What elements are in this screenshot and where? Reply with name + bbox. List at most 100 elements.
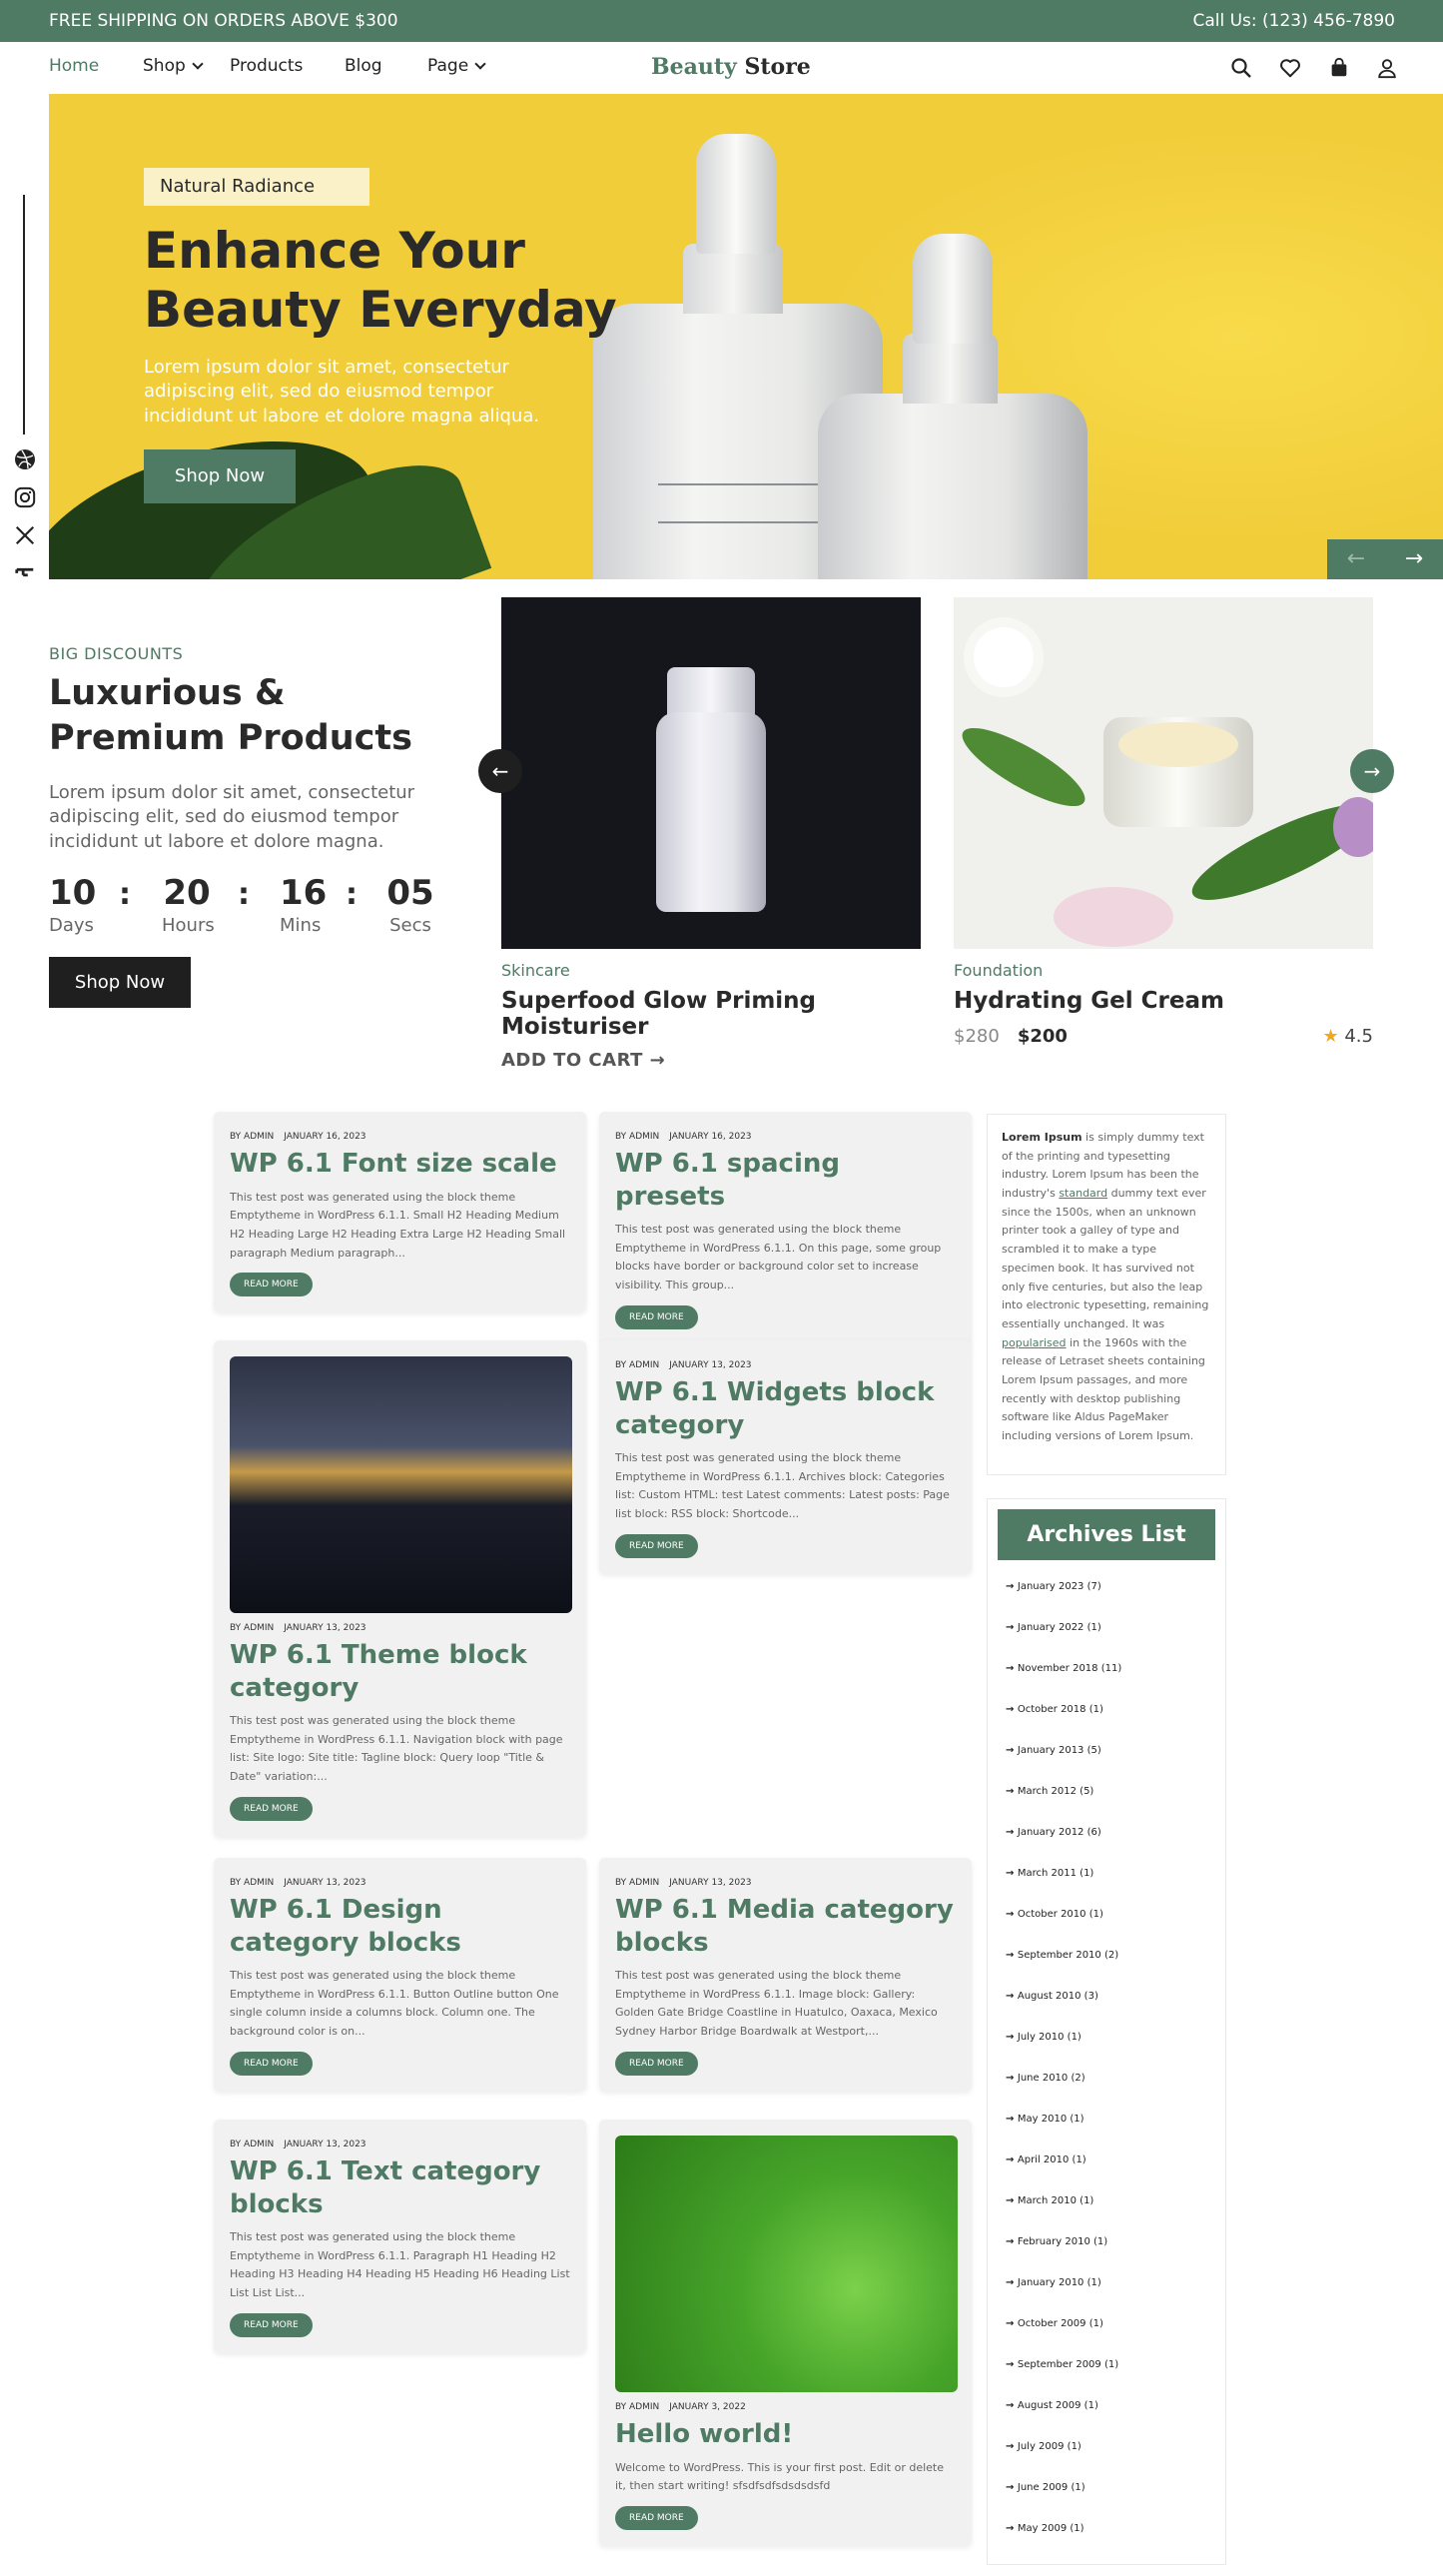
post-date[interactable]: JANUARY 13, 2023 [284, 1878, 365, 1888]
post-author[interactable]: BY ADMIN [230, 1132, 274, 1142]
post-excerpt: This test post was generated using the b… [230, 1714, 563, 1784]
archive-item[interactable]: → April 2010 (1) [1006, 2154, 1086, 2165]
arrow-right-icon: → [1006, 1581, 1018, 1592]
phone-number[interactable]: Call Us: (123) 456-7890 [1192, 11, 1395, 31]
archive-item[interactable]: → March 2012 (5) [1006, 1786, 1093, 1797]
archive-item[interactable]: → August 2009 (1) [1006, 2400, 1098, 2411]
read-more-button[interactable]: READ MORE [230, 2312, 313, 2337]
read-more-button[interactable]: READ MORE [230, 1273, 313, 1297]
archive-item[interactable]: → January 2023 (7) [1006, 1581, 1101, 1592]
heart-icon[interactable] [1277, 55, 1303, 81]
archive-item[interactable]: → September 2010 (2) [1006, 1950, 1118, 1961]
post-title[interactable]: WP 6.1 Widgets block category [615, 1376, 956, 1441]
archive-item[interactable]: → October 2009 (1) [1006, 2318, 1103, 2329]
archive-item-label: July 2009 (1) [1017, 2441, 1082, 2452]
product-card[interactable]: Skincare Superfood Glow Priming Moisturi… [501, 597, 921, 1071]
countdown-label: Mins [280, 915, 322, 936]
post-featured-image[interactable] [615, 2136, 958, 2392]
countdown-separator: : [346, 877, 358, 912]
archive-item[interactable]: → September 2009 (1) [1006, 2359, 1118, 2370]
post-title[interactable]: WP 6.1 spacing presets [615, 1148, 956, 1213]
about-link-popularised[interactable]: popularised [1002, 1336, 1067, 1349]
archive-item[interactable]: → June 2009 (1) [1006, 2482, 1085, 2493]
discount-shop-now-button[interactable]: Shop Now [49, 957, 191, 1008]
arrow-right-icon: → [1006, 1704, 1018, 1715]
arrow-left-icon[interactable]: ← [1327, 539, 1385, 579]
post-date[interactable]: JANUARY 16, 2023 [669, 1132, 751, 1142]
archive-item[interactable]: → March 2011 (1) [1006, 1868, 1093, 1879]
instagram-icon[interactable] [12, 484, 38, 510]
post-author[interactable]: BY ADMIN [615, 1878, 659, 1888]
dribbble-icon[interactable] [12, 446, 38, 472]
about-link-standard[interactable]: standard [1059, 1187, 1107, 1200]
read-more-button[interactable]: READ MORE [230, 2051, 313, 2076]
read-more-button[interactable]: READ MORE [615, 2051, 698, 2076]
archive-item[interactable]: → January 2013 (5) [1006, 1745, 1101, 1756]
archive-item[interactable]: → October 2018 (1) [1006, 1704, 1103, 1715]
carousel-prev-button[interactable]: ← [478, 749, 522, 793]
post-title[interactable]: WP 6.1 Design category blocks [230, 1894, 570, 1959]
archive-item[interactable]: → July 2009 (1) [1006, 2441, 1082, 2452]
site-logo[interactable]: Beauty Store [651, 54, 811, 80]
archive-item[interactable]: → May 2009 (1) [1006, 2523, 1084, 2534]
product-image[interactable] [954, 597, 1373, 949]
read-more-button[interactable]: READ MORE [615, 1533, 698, 1558]
product-card[interactable]: Foundation Hydrating Gel Cream $280 $200 … [954, 597, 1373, 1050]
post-date[interactable]: JANUARY 13, 2023 [284, 2140, 365, 2149]
archive-item[interactable]: → November 2018 (11) [1006, 1663, 1121, 1674]
blog-post-card: BY ADMIN JANUARY 16, 2023 WP 6.1 Font siz… [214, 1112, 586, 1313]
nav-shop[interactable]: Shop [143, 56, 204, 76]
nav-blog[interactable]: Blog [345, 56, 382, 76]
post-author[interactable]: BY ADMIN [230, 1878, 274, 1888]
archive-item[interactable]: → July 2010 (1) [1006, 2032, 1082, 2043]
archive-item[interactable]: → October 2010 (1) [1006, 1909, 1103, 1920]
blog-post-card: BY ADMIN JANUARY 3, 2022 Hello world! Wel… [599, 2120, 972, 2546]
product-category[interactable]: Foundation [954, 961, 1373, 980]
post-date[interactable]: JANUARY 3, 2022 [669, 2402, 746, 2412]
product-name[interactable]: Hydrating Gel Cream [954, 988, 1373, 1014]
archive-item[interactable]: → March 2010 (1) [1006, 2195, 1093, 2206]
arrow-right-icon[interactable]: → [1385, 539, 1443, 579]
hero-shop-now-button[interactable]: Shop Now [144, 449, 296, 503]
search-icon[interactable] [1228, 55, 1254, 81]
product-category[interactable]: Skincare [501, 961, 921, 980]
post-author[interactable]: BY ADMIN [230, 2140, 274, 2149]
user-icon[interactable] [1374, 55, 1400, 81]
add-to-cart-button[interactable]: ADD TO CART → [501, 1050, 921, 1071]
facebook-icon[interactable] [12, 559, 38, 585]
archive-item[interactable]: → June 2010 (2) [1006, 2073, 1085, 2084]
blog-post-card: BY ADMIN JANUARY 13, 2023 WP 6.1 Theme bl… [214, 1340, 586, 1837]
post-date[interactable]: JANUARY 16, 2023 [284, 1132, 365, 1142]
archive-item[interactable]: → January 2012 (6) [1006, 1827, 1101, 1838]
post-author[interactable]: BY ADMIN [615, 2402, 659, 2412]
post-date[interactable]: JANUARY 13, 2023 [669, 1878, 751, 1888]
post-title[interactable]: WP 6.1 Media category blocks [615, 1894, 956, 1959]
nav-page[interactable]: Page [427, 56, 486, 76]
post-title[interactable]: WP 6.1 Theme block category [230, 1639, 570, 1704]
archive-item[interactable]: → January 2022 (1) [1006, 1622, 1101, 1633]
nav-home[interactable]: Home [49, 56, 99, 76]
archive-item[interactable]: → May 2010 (1) [1006, 2114, 1084, 2125]
nav-products[interactable]: Products [230, 56, 303, 76]
post-title[interactable]: Hello world! [615, 2418, 956, 2451]
post-title[interactable]: WP 6.1 Font size scale [230, 1148, 570, 1181]
post-author[interactable]: BY ADMIN [615, 1132, 659, 1142]
archive-item[interactable]: → August 2010 (3) [1006, 1991, 1098, 2002]
post-author[interactable]: BY ADMIN [230, 1623, 274, 1633]
read-more-button[interactable]: READ MORE [615, 1304, 698, 1329]
carousel-next-button[interactable]: → [1350, 749, 1394, 793]
post-date[interactable]: JANUARY 13, 2023 [284, 1623, 365, 1633]
post-date[interactable]: JANUARY 13, 2023 [669, 1360, 751, 1370]
post-author[interactable]: BY ADMIN [615, 1360, 659, 1370]
post-title[interactable]: WP 6.1 Text category blocks [230, 2155, 570, 2220]
x-twitter-icon[interactable] [12, 522, 38, 548]
product-name[interactable]: Superfood Glow Priming Moisturiser [501, 988, 921, 1040]
read-more-button[interactable]: READ MORE [615, 2505, 698, 2530]
bag-icon[interactable] [1326, 55, 1352, 81]
archive-item[interactable]: → February 2010 (1) [1006, 2236, 1107, 2247]
read-more-button[interactable]: READ MORE [230, 1796, 313, 1821]
countdown-secs: 05 Secs [385, 873, 435, 936]
product-image[interactable] [501, 597, 921, 949]
archive-item[interactable]: → January 2010 (1) [1006, 2277, 1101, 2288]
post-featured-image[interactable] [230, 1356, 572, 1613]
